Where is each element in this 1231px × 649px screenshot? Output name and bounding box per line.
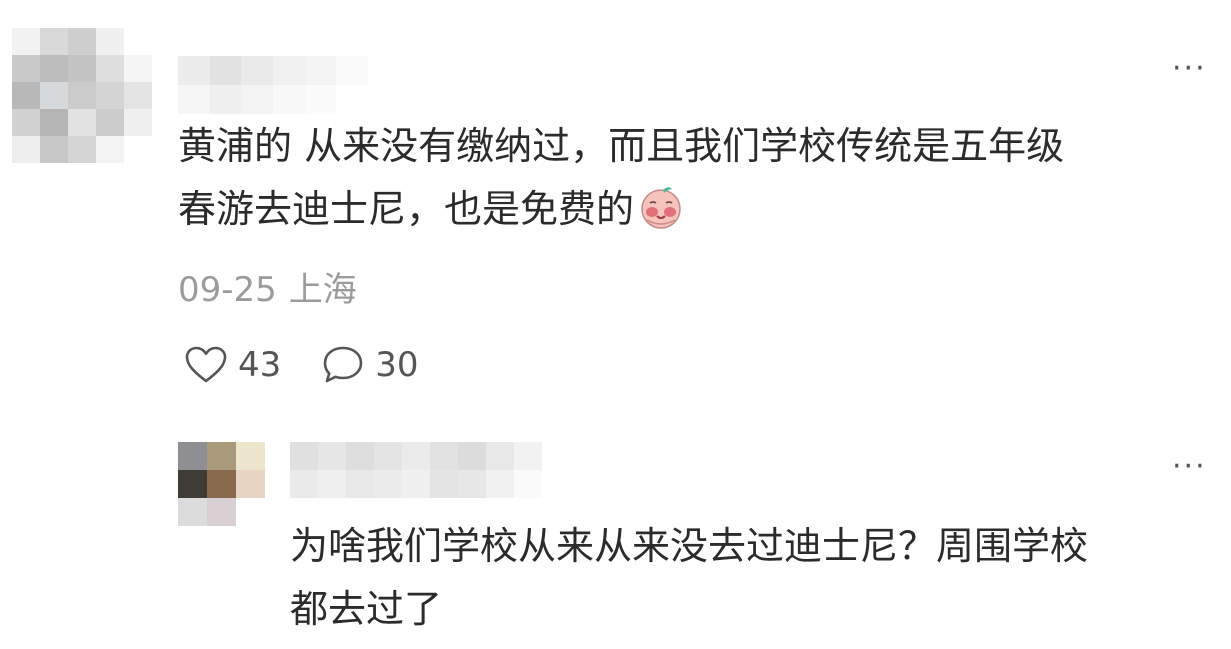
avatar[interactable] — [12, 28, 152, 164]
reply-count: 30 — [375, 345, 419, 385]
blushing-face-emoji — [638, 184, 684, 230]
comment-thread: ··· 黄浦的 从来没有缴纳过，而且我们学校传统是五年级 春游去迪士尼，也是免费的… — [0, 0, 1231, 649]
reply-username-blurred[interactable] — [290, 442, 542, 498]
reply-text-line-1: 为啥我们学校从来从来没去过迪士尼？周围学校 — [290, 524, 1089, 568]
reply-text: 为啥我们学校从来从来没去过迪士尼？周围学校 都去过了 — [290, 515, 1088, 641]
comment-meta: 09-25 上海 — [178, 266, 357, 314]
reply-more-dots-icon[interactable]: ··· — [1172, 452, 1207, 482]
comment-date: 09-25 — [178, 270, 277, 310]
comment-text-line-1: 黄浦的 从来没有缴纳过，而且我们学校传统是五年级 — [178, 124, 1065, 168]
username-blurred[interactable] — [178, 56, 368, 114]
comment-text-line-2: 春游去迪士尼，也是免费的 — [178, 187, 635, 231]
like-count: 43 — [238, 345, 282, 385]
more-dots-icon[interactable]: ··· — [1172, 54, 1207, 84]
speech-bubble-icon — [323, 346, 363, 383]
comment-text: 黄浦的 从来没有缴纳过，而且我们学校传统是五年级 春游去迪士尼，也是免费的 — [178, 115, 1064, 241]
comment-actions: 43 30 — [184, 340, 419, 390]
reply-button[interactable]: 30 — [321, 344, 419, 386]
reply-text-line-2: 都去过了 — [290, 587, 443, 631]
heart-icon — [185, 346, 227, 383]
reply-avatar[interactable] — [178, 442, 265, 526]
comment-location: 上海 — [288, 270, 357, 310]
like-button[interactable]: 43 — [184, 345, 281, 385]
